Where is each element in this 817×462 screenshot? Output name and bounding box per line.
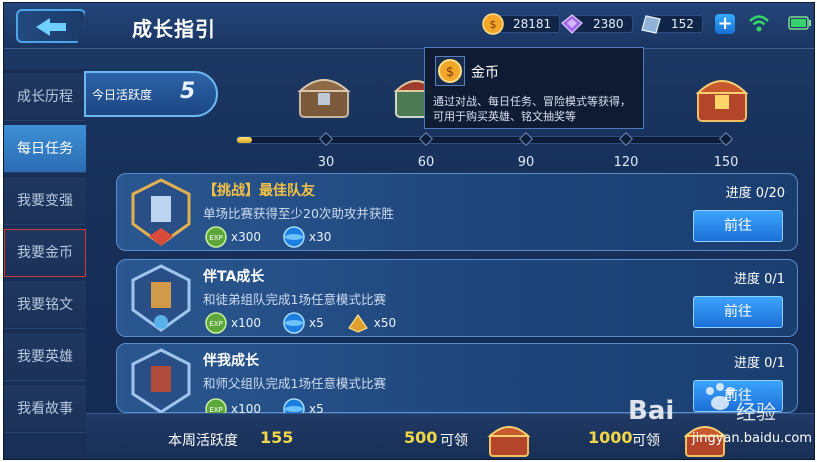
reward-amount: x100 — [231, 316, 262, 330]
battery-icon — [788, 16, 811, 30]
reward-amount: x300 — [231, 230, 262, 244]
weekly-chest-500-icon[interactable] — [486, 418, 532, 460]
game-window: 成长指引 $ 28181 2380 152 + 成长历程 每日任务 我要变强 我… — [3, 2, 815, 460]
gold-counter: $ 28181 — [482, 13, 561, 35]
chest-30-icon[interactable] — [294, 67, 354, 125]
gold-tooltip: $ 金币 通过对战、每日任务、冒险模式等获得，可用于购买英雄、铭文抽奖等 — [424, 47, 644, 129]
milestone-label: 30 — [317, 155, 335, 170]
watermark-url: jingyan.baidu.com — [692, 431, 812, 446]
svg-text:Bai: Bai — [628, 396, 674, 426]
blue-orb-icon — [283, 226, 305, 248]
sidebar-item-get-runes[interactable]: 我要铭文 — [4, 281, 86, 329]
milestone-label: 150 — [713, 155, 739, 170]
task-card: 【挑战】最佳队友 单场比赛获得至少20次助攻并获胜 EXP x300 x30 进… — [116, 173, 798, 251]
apprentice-emblem-icon — [131, 264, 191, 332]
task-description: 和徒弟组队完成1场任意模式比赛 — [203, 292, 386, 307]
exp-icon: EXP — [205, 312, 227, 334]
reward-list: EXP x300 x30 — [205, 226, 353, 248]
reward-amount: x50 — [373, 316, 397, 330]
task-card: 伴TA成长 和徒弟组队完成1场任意模式比赛 EXP x100 x5 x50 进度… — [116, 259, 798, 337]
milestone-label: 90 — [517, 155, 535, 170]
voucher-icon — [641, 15, 661, 34]
activity-progress-fill — [237, 137, 252, 143]
task-title: 伴TA成长 — [203, 269, 265, 285]
go-button[interactable]: 前往 — [693, 210, 783, 242]
sidebar-item-get-stronger[interactable]: 我要变强 — [4, 177, 86, 225]
sidebar: 成长历程 每日任务 我要变强 我要金币 我要铭文 我要英雄 我看故事 — [4, 69, 86, 459]
back-arrow-icon — [36, 18, 66, 36]
reward-item: x5 — [283, 312, 324, 334]
gold-coin-icon: $ — [438, 59, 462, 83]
gold-coin-icon: $ — [482, 13, 504, 35]
sidebar-item-daily-tasks[interactable]: 每日任务 — [4, 125, 86, 173]
exp-icon: EXP — [205, 226, 227, 248]
activity-progress-track — [236, 136, 732, 144]
chest-150-icon[interactable] — [692, 67, 752, 129]
reward-item: EXP x300 — [205, 226, 261, 248]
weekly-activity-value: 155 — [260, 428, 294, 447]
reward-amount: x5 — [309, 316, 324, 330]
claimable-label: 可领 — [632, 433, 660, 449]
sidebar-item-get-gold[interactable]: 我要金币 — [4, 229, 86, 277]
sidebar-item-growth-history[interactable]: 成长历程 — [4, 73, 86, 121]
claimable-label: 可领 — [440, 433, 468, 449]
task-title: 伴我成长 — [203, 353, 259, 369]
diamond-counter: 2380 — [560, 13, 633, 35]
reward-threshold-500: 500 — [404, 428, 438, 447]
reward-amount: x30 — [309, 230, 332, 244]
sidebar-item-stories[interactable]: 我看故事 — [4, 385, 86, 433]
voucher-counter: 152 — [640, 13, 703, 35]
svg-text:EXP: EXP — [209, 234, 222, 242]
reward-list: EXP x100 x5 x50 — [205, 312, 418, 334]
diamond-icon — [561, 14, 583, 34]
baidu-jingyan-watermark-logo: Bai 经验 — [628, 383, 776, 426]
challenge-emblem-icon — [131, 178, 191, 246]
daily-activity-badge: 今日活跃度 5 — [84, 71, 218, 117]
svg-text:$: $ — [446, 65, 454, 80]
milestone-label: 60 — [417, 155, 435, 170]
tooltip-title: 金币 — [471, 65, 499, 81]
task-title: 【挑战】最佳队友 — [203, 183, 315, 199]
task-progress: 进度 0/1 — [733, 272, 785, 287]
mentor-emblem-icon — [131, 348, 191, 414]
task-progress: 进度 0/20 — [725, 186, 785, 201]
sidebar-item-get-heroes[interactable]: 我要英雄 — [4, 333, 86, 381]
svg-text:$: $ — [490, 18, 497, 31]
reward-item: x30 — [283, 226, 331, 248]
milestone-label: 120 — [613, 155, 639, 170]
page-title: 成长指引 — [132, 17, 216, 41]
header-bar: 成长指引 $ 28181 2380 152 + — [4, 3, 814, 49]
tooltip-icon-frame: $ — [435, 56, 465, 86]
task-description: 单场比赛获得至少20次助攻并获胜 — [203, 206, 394, 221]
svg-text:经验: 经验 — [736, 400, 776, 424]
tooltip-description: 通过对战、每日任务、冒险模式等获得，可用于购买英雄、铭文抽奖等 — [433, 95, 631, 123]
daily-activity-label: 今日活跃度 — [92, 88, 153, 102]
weekly-activity-label: 本周活跃度 — [168, 433, 238, 449]
back-button[interactable] — [16, 9, 86, 43]
go-button[interactable]: 前往 — [693, 296, 783, 328]
gold-ingot-icon — [347, 313, 368, 333]
add-currency-button[interactable]: + — [715, 14, 735, 34]
daily-activity-value: 5 — [180, 79, 196, 104]
blue-orb-icon — [283, 312, 305, 334]
task-progress: 进度 0/1 — [733, 356, 785, 371]
reward-item: x50 — [346, 312, 396, 334]
svg-text:EXP: EXP — [209, 320, 222, 328]
wifi-icon — [749, 15, 769, 32]
reward-item: EXP x100 — [205, 312, 261, 334]
task-description: 和师父组队完成1场任意模式比赛 — [203, 376, 386, 391]
